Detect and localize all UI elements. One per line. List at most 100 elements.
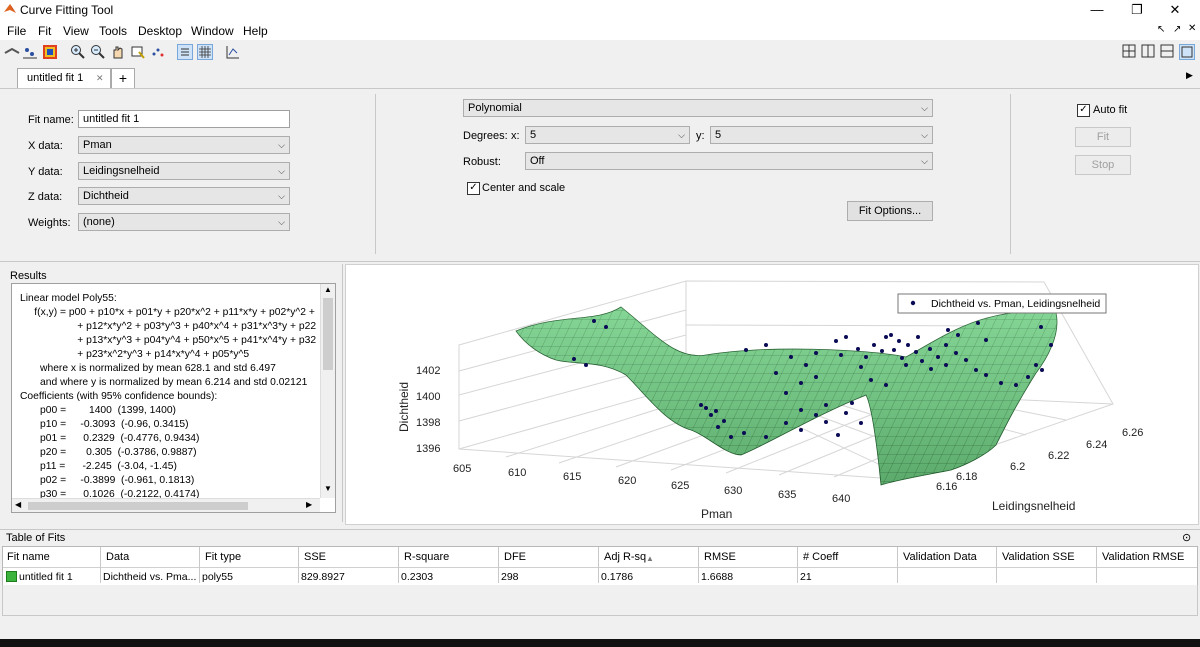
menu-help[interactable]: Help: [243, 24, 268, 38]
col-validation-data[interactable]: Validation Data: [903, 551, 977, 563]
cell-fit-type: poly55: [202, 571, 233, 583]
z-tick-label: 1398: [416, 417, 440, 429]
col-fit-type[interactable]: Fit type: [205, 551, 241, 563]
col-fit-name[interactable]: Fit name: [7, 551, 50, 563]
new-fit-tab-button[interactable]: +: [111, 68, 135, 88]
zoom-in-icon[interactable]: [70, 44, 86, 60]
y-tick-label: 6.18: [956, 471, 977, 483]
fit-button[interactable]: Fit: [1075, 127, 1131, 147]
dock-arrow-icon[interactable]: ↗: [1173, 24, 1181, 35]
zoom-out-icon[interactable]: [90, 44, 106, 60]
fit-options-button[interactable]: Fit Options...: [847, 201, 933, 221]
results-line: Coefficients (with 95% confidence bounds…: [20, 391, 218, 402]
scroll-down-icon[interactable]: ▼: [324, 484, 332, 493]
colormap-icon[interactable]: [42, 44, 58, 60]
y-axis-label: Leidingsnelheid: [992, 499, 1075, 513]
x-degree-value: 5: [530, 129, 537, 141]
menu-fit[interactable]: Fit: [38, 24, 51, 38]
x-tick-label: 635: [778, 489, 796, 501]
chevron-down-icon: ⌵: [678, 130, 685, 140]
center-scale-checkbox[interactable]: ✓: [467, 182, 480, 195]
tab-close-icon[interactable]: ✕: [96, 69, 104, 88]
horizontal-scrollbar[interactable]: ◀ ▶: [12, 498, 320, 512]
menu-window[interactable]: Window: [191, 24, 234, 38]
legend-toggle-icon[interactable]: [177, 44, 193, 60]
chevron-down-icon: ⌵: [921, 156, 928, 166]
weights-select[interactable]: (none) ⌵: [78, 213, 290, 231]
window-title: Curve Fitting Tool: [20, 3, 114, 17]
z-data-select[interactable]: Dichtheid ⌵: [78, 187, 290, 205]
col-r-square[interactable]: R-square: [404, 551, 449, 563]
plot-toggle-icon[interactable]: [4, 44, 20, 60]
scroll-left-icon[interactable]: ◀: [15, 500, 21, 509]
y-tick-label: 6.16: [936, 481, 957, 493]
results-line: where x is normalized by mean 628.1 and …: [20, 363, 276, 374]
col-validation-rmse[interactable]: Validation RMSE: [1102, 551, 1184, 563]
column-layout-icon[interactable]: [1141, 44, 1157, 60]
x-data-value: Pman: [83, 139, 112, 151]
col-validation-sse[interactable]: Validation SSE: [1002, 551, 1075, 563]
cell-data: Dichtheid vs. Pma...: [103, 571, 197, 583]
results-text[interactable]: Linear model Poly55: f(x,y) = p00 + p10*…: [11, 283, 336, 513]
scroll-up-icon[interactable]: ▲: [324, 285, 332, 294]
surface-plot-area[interactable]: Dichtheid vs. Pman, Leidingsnelheid 1396…: [345, 264, 1199, 525]
auto-fit-checkbox[interactable]: ✓: [1077, 104, 1090, 117]
tab-scroll-right-icon[interactable]: ▶: [1186, 70, 1193, 81]
menu-desktop[interactable]: Desktop: [138, 24, 182, 38]
results-line: Linear model Poly55:: [20, 293, 117, 304]
weights-value: (none): [83, 216, 115, 228]
y-data-select[interactable]: Leidingsnelheid ⌵: [78, 162, 290, 180]
results-line: p02 = -0.3899 (-0.961, 0.1813): [20, 475, 195, 486]
minimize-button[interactable]: —: [1080, 0, 1114, 20]
exclude-outliers-icon[interactable]: [150, 44, 166, 60]
axes-limits-icon[interactable]: [225, 44, 241, 60]
col-coeff[interactable]: # Coeff: [803, 551, 838, 563]
x-data-label: X data:: [28, 140, 63, 152]
z-tick-label: 1402: [416, 365, 440, 377]
y-data-value: Leidingsnelheid: [83, 165, 160, 177]
results-line: p20 = 0.305 (-0.3786, 0.9887): [20, 447, 197, 458]
col-sse[interactable]: SSE: [304, 551, 326, 563]
undock-arrow-icon[interactable]: ↖: [1157, 24, 1165, 35]
x-degree-select[interactable]: 5 ⌵: [525, 126, 690, 144]
row-layout-icon[interactable]: [1160, 44, 1176, 60]
single-layout-icon[interactable]: [1179, 44, 1195, 60]
pan-icon[interactable]: [110, 44, 126, 60]
menu-view[interactable]: View: [63, 24, 89, 38]
stop-button[interactable]: Stop: [1075, 155, 1131, 175]
scrollbar-thumb[interactable]: [323, 298, 333, 370]
y-degree-select[interactable]: 5 ⌵: [710, 126, 933, 144]
vertical-scrollbar[interactable]: ▲ ▼: [320, 284, 335, 498]
scroll-right-icon[interactable]: ▶: [306, 500, 312, 509]
fit-name-input[interactable]: untitled fit 1: [78, 110, 290, 128]
cell-rmse: 1.6688: [701, 571, 734, 583]
results-line: + p12*x*y^2 + p03*y^3 + p40*x^4 + p31*x^…: [20, 321, 317, 332]
collapse-icon[interactable]: ⊙: [1182, 531, 1191, 544]
close-button[interactable]: ✕: [1158, 0, 1192, 20]
x-tick-label: 625: [671, 480, 689, 492]
menu-file[interactable]: File: [7, 24, 26, 38]
x-data-select[interactable]: Pman ⌵: [78, 136, 290, 154]
table-of-fits-title: Table of Fits: [6, 532, 66, 544]
h-scrollbar-thumb[interactable]: [28, 502, 248, 510]
results-line: f(x,y) = p00 + p10*x + p01*y + p20*x^2 +…: [20, 307, 315, 318]
col-adj-r-sq[interactable]: Adj R-sq: [604, 551, 646, 563]
close-doc-icon[interactable]: ✕: [1188, 23, 1196, 34]
menu-tools[interactable]: Tools: [99, 24, 127, 38]
col-data[interactable]: Data: [106, 551, 129, 563]
z-axis-label: Dichtheid: [397, 382, 411, 432]
col-rmse[interactable]: RMSE: [704, 551, 736, 563]
robust-select[interactable]: Off ⌵: [525, 152, 933, 170]
chevron-down-icon: ⌵: [278, 166, 285, 176]
tab-untitled-fit-1[interactable]: untitled fit 1 ✕: [17, 68, 111, 88]
data-cursor-icon[interactable]: [130, 44, 146, 60]
grid-toggle-icon[interactable]: [197, 44, 213, 60]
tile-layout-icon[interactable]: [1122, 44, 1138, 60]
x-degree-label: x:: [511, 130, 520, 142]
restore-button[interactable]: ❐: [1120, 0, 1154, 20]
col-dfe[interactable]: DFE: [504, 551, 526, 563]
chevron-down-icon: ⌵: [921, 130, 928, 140]
weights-label: Weights:: [28, 217, 71, 229]
fit-type-select[interactable]: Polynomial ⌵: [463, 99, 933, 117]
data-plot-icon[interactable]: [22, 44, 38, 60]
